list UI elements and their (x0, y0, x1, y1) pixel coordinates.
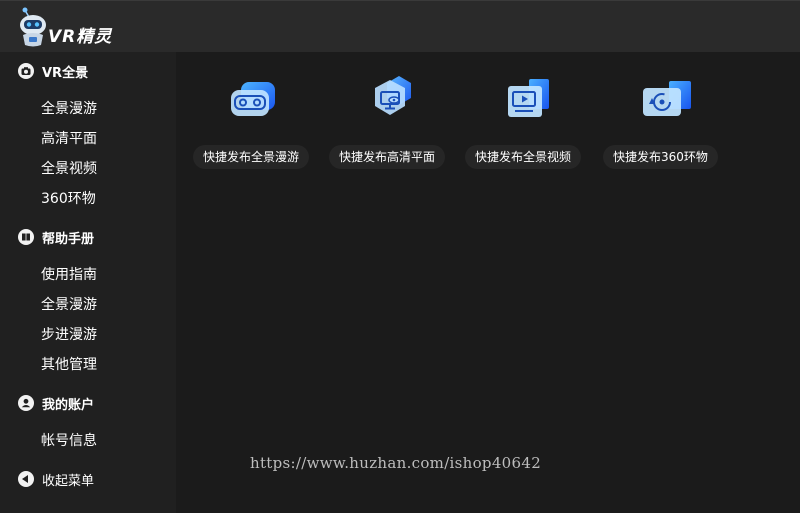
main-content: 快捷发布全景漫游 快捷发布高清平面 快捷发布全景视频 快捷发布360环物 (176, 52, 800, 513)
sidebar-group-title: 帮助手册 (42, 231, 95, 247)
sidebar-item-hd-plane[interactable]: 高清平面 (41, 129, 97, 149)
collapse-menu-label: 收起菜单 (42, 473, 95, 489)
tile-publish-hd-plane[interactable]: 快捷发布高清平面 (329, 74, 453, 174)
sidebar-group-title: 我的账户 (42, 397, 95, 413)
sidebar-item-360-object[interactable]: 360环物 (41, 189, 96, 209)
sidebar-item-other-management[interactable]: 其他管理 (41, 355, 97, 375)
tile-label: 快捷发布360环物 (603, 145, 718, 169)
user-icon (18, 395, 34, 411)
book-icon (18, 229, 34, 245)
sidebar-group-help[interactable]: 帮助手册 (18, 227, 94, 247)
arrow-left-icon (18, 471, 34, 487)
tile-publish-panorama-tour[interactable]: 快捷发布全景漫游 (193, 74, 317, 174)
vr-headset-icon (231, 82, 275, 116)
sidebar-item-user-guide[interactable]: 使用指南 (41, 265, 97, 285)
tile-label: 快捷发布全景漫游 (193, 145, 310, 169)
sidebar-group-vr[interactable]: VR全景 (18, 61, 88, 81)
sidebar-item-step-tour[interactable]: 步进漫游 (41, 325, 97, 345)
video-play-icon (508, 79, 549, 117)
sidebar-item-help-panorama-tour[interactable]: 全景漫游 (41, 295, 97, 315)
tile-publish-panorama-video[interactable]: 快捷发布全景视频 (465, 74, 589, 174)
top-bar: VR精灵 (0, 0, 800, 52)
logo-text: VR精灵 (48, 27, 113, 47)
tile-label: 快捷发布全景视频 (465, 145, 582, 169)
rotate-360-icon (643, 81, 691, 116)
collapse-menu-button[interactable]: 收起菜单 (18, 469, 94, 489)
eye-monitor-icon (375, 76, 411, 115)
sidebar: VR全景 全景漫游 高清平面 全景视频 360环物 帮助手册 使用指南 全景漫游… (0, 52, 176, 513)
sidebar-item-panorama-tour[interactable]: 全景漫游 (41, 99, 97, 119)
robot-mascot-icon (20, 7, 46, 47)
tile-label: 快捷发布高清平面 (329, 145, 446, 169)
sidebar-group-account[interactable]: 我的账户 (18, 393, 94, 413)
watermark-url: https://www.huzhan.com/ishop40642 (250, 454, 542, 472)
sidebar-group-title: VR全景 (42, 65, 89, 81)
app-logo[interactable]: VR精灵 (16, 3, 126, 51)
camera-icon (18, 63, 34, 79)
sidebar-item-panorama-video[interactable]: 全景视频 (41, 159, 97, 179)
tile-publish-360-object[interactable]: 快捷发布360环物 (603, 74, 727, 174)
sidebar-item-account-info[interactable]: 帐号信息 (41, 431, 97, 451)
